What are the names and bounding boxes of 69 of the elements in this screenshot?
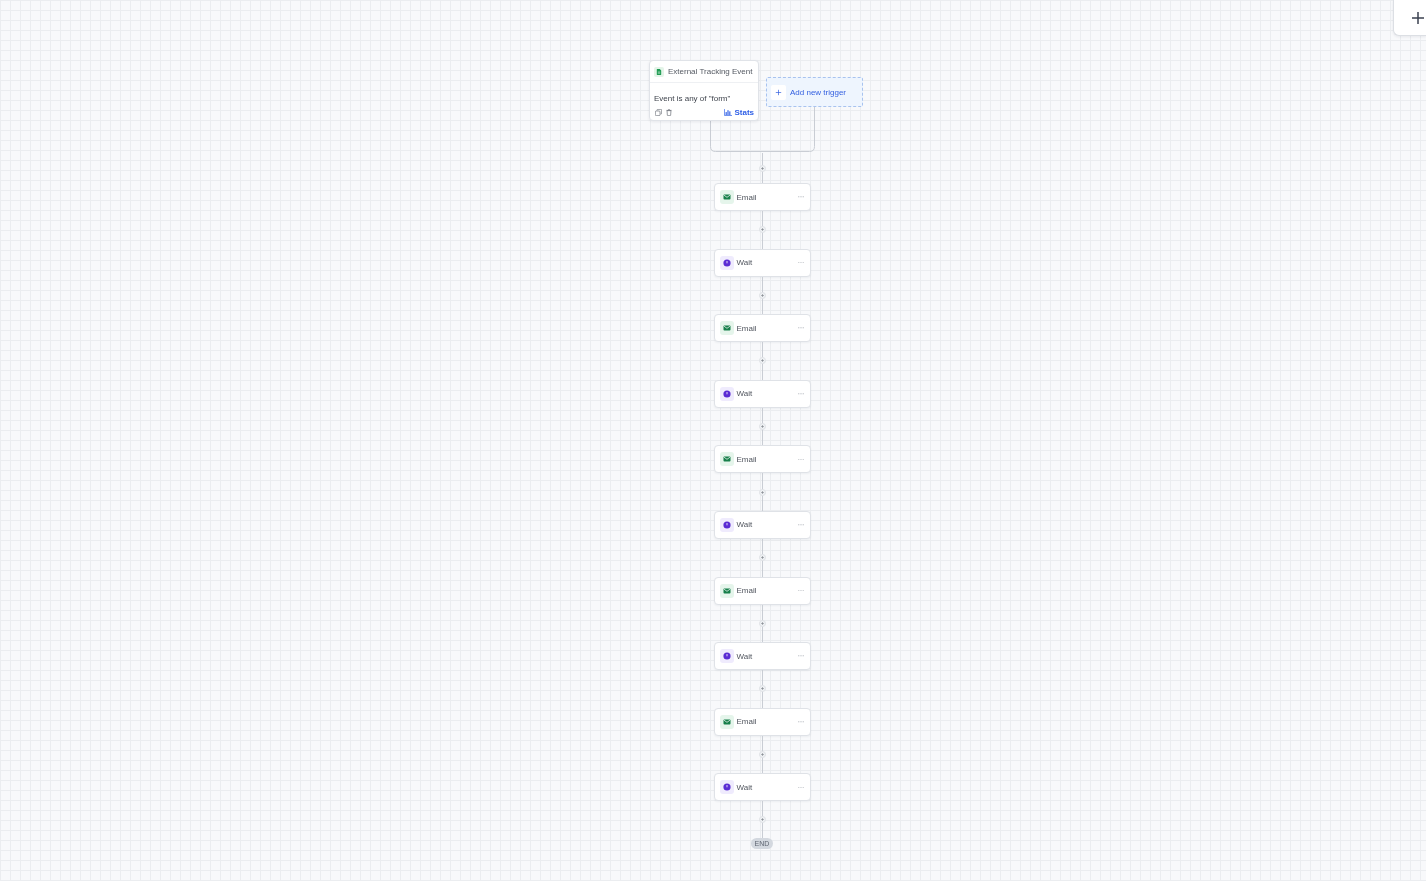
add-step-button[interactable] xyxy=(758,685,766,693)
step-card[interactable]: Email xyxy=(713,314,811,343)
clock-icon xyxy=(719,386,734,401)
add-step-button[interactable] xyxy=(758,488,766,496)
stats-button[interactable]: Stats xyxy=(724,108,754,117)
plus-icon xyxy=(1412,11,1424,24)
plus-icon xyxy=(760,753,764,757)
plus-icon xyxy=(771,84,786,100)
add-step-button[interactable] xyxy=(758,816,766,824)
envelope-icon xyxy=(719,452,734,467)
step-card[interactable]: Email xyxy=(713,576,811,605)
add-button[interactable] xyxy=(1393,0,1426,36)
more-icon[interactable] xyxy=(797,458,804,461)
plus-icon xyxy=(760,490,764,494)
step-card[interactable]: Wait xyxy=(713,642,811,671)
document-icon xyxy=(654,66,664,77)
envelope-icon xyxy=(719,321,734,336)
more-icon[interactable] xyxy=(797,786,804,789)
add-step-button[interactable] xyxy=(758,554,766,562)
plus-icon xyxy=(760,425,764,429)
clock-icon xyxy=(719,255,734,270)
step-card[interactable]: Email xyxy=(713,445,811,474)
more-icon[interactable] xyxy=(797,589,804,592)
trigger-condition: Event is any of "form" xyxy=(654,94,731,103)
step-label: Email xyxy=(736,192,757,202)
copy-icon[interactable] xyxy=(655,109,662,116)
step-label: Email xyxy=(736,717,757,727)
step-card[interactable]: Email xyxy=(713,183,811,211)
step-label: Wait xyxy=(736,651,753,661)
trigger-title: External Tracking Event xyxy=(668,67,753,76)
add-trigger-button[interactable]: Add new trigger xyxy=(766,77,863,107)
add-step-button[interactable] xyxy=(758,164,766,172)
add-step-button[interactable] xyxy=(758,291,766,299)
step-label: Wait xyxy=(736,782,753,792)
plus-icon xyxy=(760,621,764,625)
trash-icon[interactable] xyxy=(666,109,672,116)
plus-icon xyxy=(760,293,764,297)
step-card[interactable]: Email xyxy=(713,707,811,736)
step-label: Wait xyxy=(736,258,753,268)
bar-chart-icon xyxy=(724,109,733,116)
more-icon[interactable] xyxy=(797,261,804,264)
add-step-button[interactable] xyxy=(758,357,766,365)
clock-icon xyxy=(719,649,734,664)
plus-icon xyxy=(760,687,764,691)
envelope-icon xyxy=(719,714,734,729)
plus-icon xyxy=(760,166,764,170)
add-step-button[interactable] xyxy=(758,619,766,627)
step-label: Email xyxy=(736,323,757,333)
more-icon[interactable] xyxy=(797,720,804,723)
step-label: Email xyxy=(736,454,757,464)
trigger-card[interactable]: External Tracking Event Event is any of "form" Stats xyxy=(649,60,759,121)
step-label: Wait xyxy=(736,520,753,530)
plus-icon xyxy=(760,228,764,232)
plus-icon xyxy=(760,359,764,363)
add-step-button[interactable] xyxy=(758,423,766,431)
plus-icon xyxy=(760,556,764,560)
plus-icon xyxy=(760,818,764,822)
step-card[interactable]: Wait xyxy=(713,773,811,802)
clock-icon xyxy=(719,780,734,795)
add-step-button[interactable] xyxy=(758,226,766,234)
add-step-button[interactable] xyxy=(758,751,766,759)
clock-icon xyxy=(719,517,734,532)
step-label: Email xyxy=(736,586,757,596)
envelope-icon xyxy=(719,583,734,598)
step-card[interactable]: Wait xyxy=(713,248,811,277)
step-card[interactable]: Wait xyxy=(713,379,811,408)
envelope-icon xyxy=(719,190,734,204)
step-card[interactable]: Wait xyxy=(713,510,811,539)
step-label: Wait xyxy=(736,389,753,399)
